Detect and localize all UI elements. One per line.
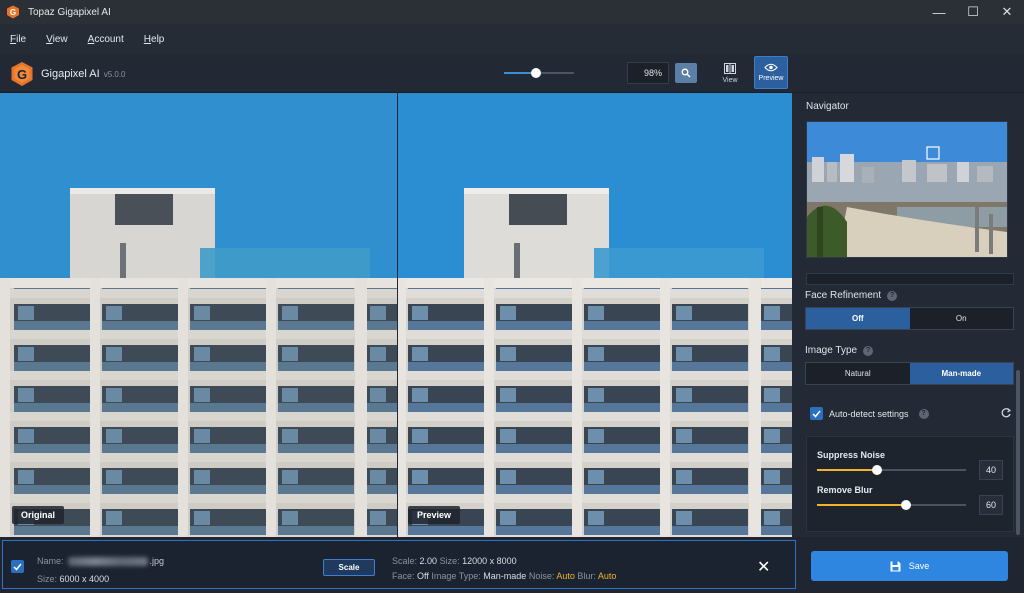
topaz-logo-icon: G xyxy=(7,5,19,19)
image-type-row: Image Type ? xyxy=(805,345,874,356)
file-size: Size: 6000 x 4000 xyxy=(37,574,109,584)
minimize-button[interactable]: — xyxy=(922,0,956,24)
suppress-noise-fill xyxy=(817,469,877,471)
menu-account[interactable]: Account xyxy=(88,34,124,45)
face-refinement-toggle: Off On xyxy=(805,307,1014,330)
scale-label: Scale: xyxy=(392,556,418,566)
blurred-file-name xyxy=(67,556,148,566)
split-view-icon xyxy=(724,62,736,74)
svg-text:G: G xyxy=(17,67,27,82)
checkmark-icon xyxy=(812,410,821,418)
maximize-button[interactable]: ☐ xyxy=(956,0,990,24)
file-size-value: 6000 x 4000 xyxy=(59,574,110,584)
noise-value: Auto xyxy=(556,571,575,581)
preview-label: Preview xyxy=(758,75,784,82)
building-photo-original xyxy=(0,93,397,537)
auto-detect-label: Auto-detect settings xyxy=(829,408,909,419)
face-value: Off xyxy=(417,571,429,581)
refresh-icon[interactable] xyxy=(1000,407,1012,419)
remove-file-button[interactable]: ✕ xyxy=(757,557,770,577)
suppress-noise-value[interactable]: 40 xyxy=(979,460,1003,480)
magnifier-icon xyxy=(681,68,691,78)
remove-blur-fill xyxy=(817,504,907,506)
save-button[interactable]: Save xyxy=(811,551,1008,581)
help-icon[interactable]: ? xyxy=(863,345,874,356)
zoom-slider-handle[interactable] xyxy=(530,68,541,78)
eye-icon xyxy=(764,63,778,72)
scale-value: 2.00 xyxy=(419,556,438,566)
app-name: Gigapixel AI xyxy=(41,68,100,80)
auto-detect-row: Auto-detect settings ? xyxy=(810,407,1012,420)
navigator-photo xyxy=(807,122,1007,257)
save-label: Save xyxy=(908,561,930,571)
output-info: Scale: 2.00 Size: 12000 x 8000 xyxy=(392,556,517,566)
remove-blur-value[interactable]: 60 xyxy=(979,495,1003,515)
building-photo-preview xyxy=(398,93,792,537)
window-title: Topaz Gigapixel AI xyxy=(28,6,111,18)
preview-pane-label: Preview xyxy=(408,506,461,524)
output-size-value: 12000 x 8000 xyxy=(462,556,517,566)
remove-blur-handle[interactable] xyxy=(901,500,912,510)
file-name-label: Name: xyxy=(37,556,64,566)
gigapixel-logo-icon: G xyxy=(11,62,33,86)
sidebar-scrollbar[interactable] xyxy=(1016,370,1020,535)
file-name: Name: .jpg xyxy=(37,556,164,566)
image-type-man-made[interactable]: Man-made xyxy=(909,363,1013,384)
close-window-button[interactable]: ✕ xyxy=(990,0,1024,24)
auto-detect-checkbox[interactable] xyxy=(810,407,823,420)
face-refinement-off[interactable]: Off xyxy=(806,308,910,329)
settings-summary: Face: Off Image Type: Man-made Noise: Au… xyxy=(392,571,616,581)
file-select-checkbox[interactable] xyxy=(11,560,24,573)
preview-button[interactable]: Preview xyxy=(754,56,788,89)
model-selector[interactable] xyxy=(806,273,1014,285)
face-label: Face: xyxy=(392,571,415,581)
save-disk-icon xyxy=(890,561,901,571)
face-refinement-label: Face Refinement xyxy=(805,290,882,301)
suppress-noise-label: Suppress Noise xyxy=(817,450,886,460)
file-size-label: Size: xyxy=(37,574,58,584)
settings-sidebar: Navigator Face Refinement ? Off On Image… xyxy=(792,93,1024,537)
menu-view[interactable]: View xyxy=(46,34,68,45)
zoom-value[interactable]: 98% xyxy=(627,62,669,84)
svg-text:G: G xyxy=(10,8,16,17)
navigator-thumbnail[interactable] xyxy=(806,121,1008,258)
bottom-bar: Name: .jpg Size: 6000 x 4000 Scale Scale… xyxy=(0,537,1024,593)
output-size-label: Size: xyxy=(439,556,460,566)
original-label: Original xyxy=(12,506,65,524)
help-icon[interactable]: ? xyxy=(887,290,898,301)
blur-value: Auto xyxy=(597,571,617,581)
remove-blur-label: Remove Blur xyxy=(817,485,873,495)
menu-bar: File View Account Help xyxy=(0,24,1024,54)
menu-file[interactable]: File xyxy=(10,34,26,45)
image-type-label: Image Type xyxy=(805,345,858,356)
image-viewer[interactable]: Original Preview xyxy=(0,93,792,537)
file-extension: .jpg xyxy=(149,556,165,566)
image-type-toggle: Natural Man-made xyxy=(805,362,1014,385)
menu-help[interactable]: Help xyxy=(144,34,165,45)
face-refinement-row: Face Refinement ? xyxy=(805,290,898,301)
view-mode-button[interactable]: View xyxy=(714,57,746,89)
navigator-title: Navigator xyxy=(806,101,849,112)
image-type-summary-label: Image Type: xyxy=(431,571,481,581)
view-label: View xyxy=(722,76,738,84)
image-type-summary-value: Man-made xyxy=(483,571,527,581)
checkmark-icon xyxy=(13,563,22,571)
title-bar: G Topaz Gigapixel AI — ☐ ✕ xyxy=(0,0,1024,24)
zoom-button[interactable] xyxy=(675,63,697,83)
help-icon[interactable]: ? xyxy=(918,408,929,419)
face-refinement-on[interactable]: On xyxy=(909,308,1013,329)
enhancement-sliders: Suppress Noise 40 Remove Blur 60 xyxy=(806,436,1014,532)
scale-button[interactable]: Scale xyxy=(323,559,375,576)
blur-label: Blur: xyxy=(577,571,596,581)
noise-label: Noise: xyxy=(528,571,555,581)
preview-pane[interactable]: Preview xyxy=(398,93,792,537)
app-logo: G Gigapixel AI v5.0.0 xyxy=(10,61,126,87)
image-type-natural[interactable]: Natural xyxy=(806,363,910,384)
app-version: v5.0.0 xyxy=(103,69,126,79)
file-card[interactable]: Name: .jpg Size: 6000 x 4000 Scale Scale… xyxy=(2,540,796,589)
suppress-noise-handle[interactable] xyxy=(871,465,882,475)
original-pane[interactable]: Original xyxy=(0,93,397,537)
